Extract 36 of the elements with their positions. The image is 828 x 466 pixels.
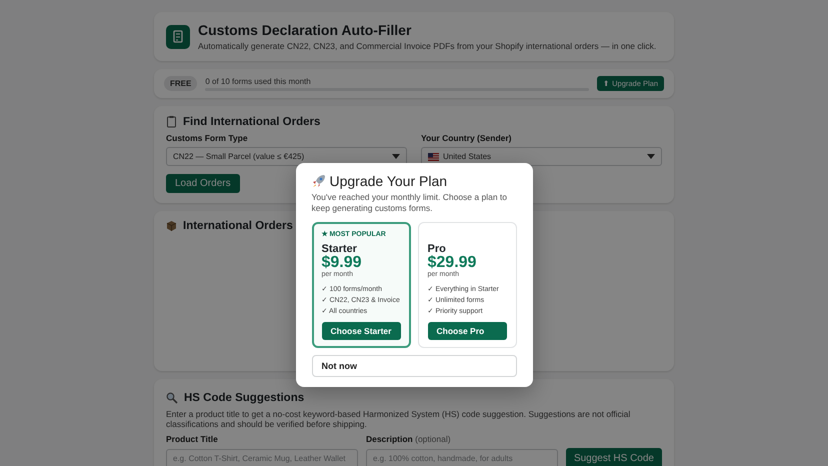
dropdown-caret-icon [647,154,655,159]
search-icon [166,392,178,404]
section-title: HS Code Suggestions [184,392,304,404]
optional-note: (optional) [415,434,451,444]
plan-badge: FREE [164,76,198,91]
plan-name: Pro [428,243,446,256]
usage-text: 0 of 10 forms used this month [205,76,312,86]
field-label: Your Country (Sender) [421,133,513,143]
section-title: International Orders [183,220,293,232]
load-orders-button[interactable]: Load Orders [166,174,240,193]
input-field[interactable]: e.g. Cotton T-Shirt, Ceramic Mug, Leather Wallet [166,448,358,466]
app-logo-icon [166,24,190,48]
choose-plan-button[interactable]: Choose Pro [428,322,506,340]
rocket-icon [312,174,326,188]
plan-name: Starter [322,243,357,256]
field-label: Customs Form Type [166,133,249,143]
dialog-message: You've reached your monthly limit. Choose a plan to keep generating customs forms. [312,192,508,214]
dropdown-caret-icon [392,154,400,159]
input-field[interactable]: e.g. 100% cotton, handmade, for adults [366,448,558,466]
dialog-title: Upgrade Your Plan [330,173,448,189]
section-title: Find International Orders [183,116,320,128]
field-label: Description [366,434,413,444]
select-field[interactable]: United States [421,147,662,166]
package-icon [166,220,177,232]
flag-icon [428,152,439,160]
not-now-button[interactable]: Not now [312,355,516,378]
clipboard-icon [166,115,177,128]
hs-description: Enter a product title to get a no-cost keyword-based Harmonized System (HS) code suggestion. Suggestions are not official classifications and should be verified before shipping. [166,409,632,430]
app-title: Customs Declaration Auto-Filler [198,22,412,38]
plan-price: $9.99 [322,255,363,272]
suggest-hs-code-button[interactable]: Suggest HS Code [566,448,662,466]
plan-price: $29.99 [428,255,478,272]
choose-plan-button[interactable]: Choose Starter [322,322,400,340]
app-subtitle: Automatically generate CN22, CN23, and Commercial Invoice PDFs from your Shopify international orders — in one click. [198,41,656,51]
field-label: Product Title [166,434,219,444]
select-field[interactable]: CN22 — Small Parcel (value ≤ €425) [166,147,407,166]
